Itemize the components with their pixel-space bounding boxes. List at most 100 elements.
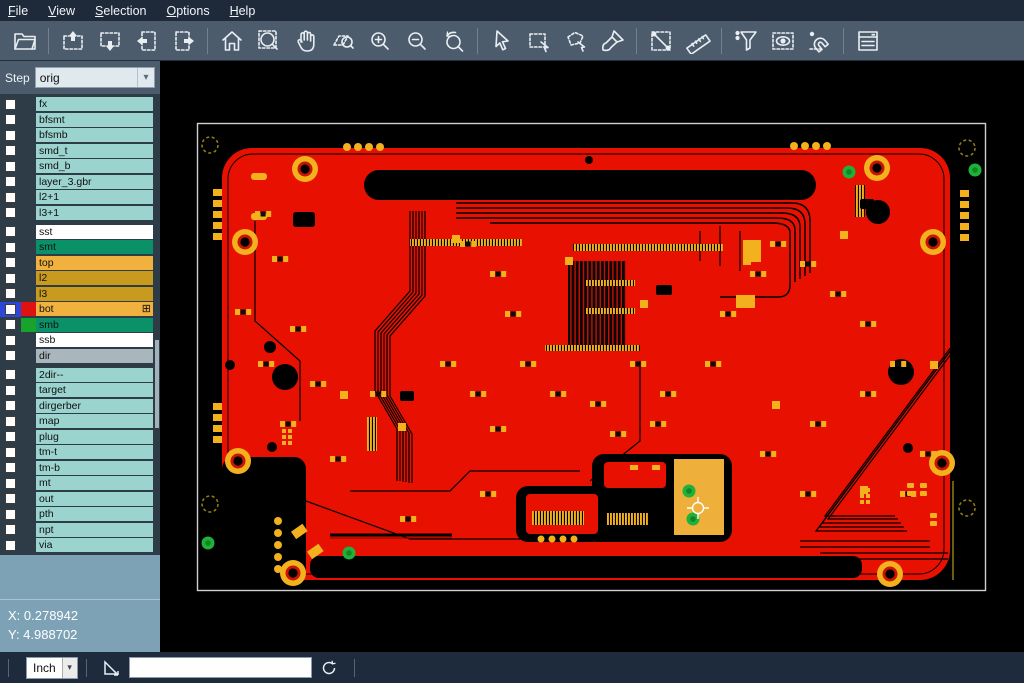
layer-color-swatch[interactable] — [21, 445, 36, 459]
measure-ruler-button[interactable] — [679, 24, 716, 58]
select-polygon-button[interactable] — [557, 24, 594, 58]
layer-row-bot[interactable]: bot⊞ — [0, 302, 160, 316]
layer-row-tm-t[interactable]: tm-t — [0, 445, 160, 459]
layer-color-swatch[interactable] — [21, 507, 36, 521]
layer-visibility-checkbox[interactable] — [0, 538, 21, 553]
layer-color-swatch[interactable] — [21, 399, 36, 413]
zoom-out-button[interactable] — [398, 24, 435, 58]
layer-color-swatch[interactable] — [21, 144, 36, 158]
angle-measure-icon[interactable] — [102, 658, 122, 678]
refresh-icon[interactable] — [319, 658, 339, 678]
zoom-window-button[interactable] — [250, 24, 287, 58]
menu-file[interactable]: File — [8, 4, 28, 18]
zoom-object-button[interactable] — [324, 24, 361, 58]
layer-row-l3-1[interactable]: l3+1 — [0, 206, 160, 220]
layer-color-swatch[interactable] — [21, 368, 36, 382]
layer-visibility-checkbox[interactable] — [0, 174, 21, 189]
open-folder-button[interactable] — [6, 24, 43, 58]
layer-row-bfsmt[interactable]: bfsmt — [0, 113, 160, 127]
command-input[interactable] — [129, 657, 312, 678]
layer-row-dir[interactable]: dir — [0, 349, 160, 363]
layer-row-sst[interactable]: sst — [0, 225, 160, 239]
menu-options[interactable]: Options — [166, 4, 209, 18]
layer-color-swatch[interactable] — [21, 538, 36, 552]
layer-row-2dir-[interactable]: 2dir-- — [0, 368, 160, 382]
layer-row-target[interactable]: target — [0, 383, 160, 397]
highlight-eye-button[interactable] — [764, 24, 801, 58]
layer-visibility-checkbox[interactable] — [0, 255, 21, 270]
layer-color-swatch[interactable] — [21, 240, 36, 254]
layer-visibility-checkbox[interactable] — [0, 348, 21, 363]
unit-select[interactable]: Inch ▾ — [26, 657, 78, 679]
layer-visibility-checkbox[interactable] — [0, 476, 21, 491]
layer-visibility-checkbox[interactable] — [0, 224, 21, 239]
menu-help[interactable]: Help — [230, 4, 256, 18]
layer-visibility-checkbox[interactable] — [0, 491, 21, 506]
layer-color-swatch[interactable] — [21, 523, 36, 537]
layer-visibility-checkbox[interactable] — [0, 522, 21, 537]
layer-visibility-checkbox[interactable] — [0, 128, 21, 143]
layer-visibility-checkbox[interactable] — [0, 414, 21, 429]
zoom-in-button[interactable] — [361, 24, 398, 58]
layer-color-swatch[interactable] — [21, 318, 36, 332]
layer-color-swatch[interactable] — [21, 225, 36, 239]
layer-color-swatch[interactable] — [21, 190, 36, 204]
layer-visibility-checkbox[interactable] — [0, 460, 21, 475]
layer-visibility-checkbox[interactable] — [0, 383, 21, 398]
menu-view[interactable]: View — [48, 4, 75, 18]
layer-row-smt[interactable]: smt — [0, 240, 160, 254]
layer-row-layer-3-gbr[interactable]: layer_3.gbr — [0, 175, 160, 189]
layer-color-swatch[interactable] — [21, 287, 36, 301]
pan-hand-button[interactable] — [287, 24, 324, 58]
layer-row-top[interactable]: top — [0, 256, 160, 270]
layer-row-l3[interactable]: l3 — [0, 287, 160, 301]
menu-selection[interactable]: Selection — [95, 4, 146, 18]
layer-color-swatch[interactable] — [21, 175, 36, 189]
layer-row-plug[interactable]: plug — [0, 430, 160, 444]
layer-visibility-checkbox[interactable] — [0, 143, 21, 158]
layer-visibility-checkbox[interactable] — [0, 159, 21, 174]
move-right-button[interactable] — [165, 24, 202, 58]
filter-button[interactable] — [727, 24, 764, 58]
layer-color-swatch[interactable] — [21, 414, 36, 428]
layer-row-mt[interactable]: mt — [0, 476, 160, 490]
clean-brush-button[interactable] — [594, 24, 631, 58]
layer-color-swatch[interactable] — [21, 430, 36, 444]
layer-visibility-checkbox[interactable] — [0, 190, 21, 205]
layer-color-swatch[interactable] — [21, 206, 36, 220]
layer-color-swatch[interactable] — [21, 476, 36, 490]
layer-color-swatch[interactable] — [21, 271, 36, 285]
layer-color-swatch[interactable] — [21, 461, 36, 475]
layer-color-swatch[interactable] — [21, 492, 36, 506]
layer-row-l2-1[interactable]: l2+1 — [0, 190, 160, 204]
layer-row-map[interactable]: map — [0, 414, 160, 428]
layer-row-smd-b[interactable]: smd_b — [0, 159, 160, 173]
select-cursor-button[interactable] — [483, 24, 520, 58]
layers-panel-button[interactable] — [849, 24, 886, 58]
layer-visibility-checkbox[interactable] — [0, 367, 21, 382]
zoom-previous-button[interactable] — [435, 24, 472, 58]
layer-color-swatch[interactable] — [21, 302, 36, 316]
layer-visibility-checkbox[interactable] — [0, 445, 21, 460]
layer-row-smd-t[interactable]: smd_t — [0, 144, 160, 158]
move-up-button[interactable] — [54, 24, 91, 58]
layer-visibility-checkbox[interactable] — [0, 429, 21, 444]
layer-row-npt[interactable]: npt — [0, 523, 160, 537]
layer-visibility-checkbox[interactable] — [0, 302, 21, 317]
layer-row-dirgerber[interactable]: dirgerber — [0, 399, 160, 413]
layer-color-swatch[interactable] — [21, 97, 36, 111]
measure-distance-button[interactable] — [642, 24, 679, 58]
layer-row-ssb[interactable]: ssb — [0, 333, 160, 347]
layer-visibility-checkbox[interactable] — [0, 333, 21, 348]
select-rect-button[interactable] — [520, 24, 557, 58]
snap-magnet-button[interactable] — [801, 24, 838, 58]
step-select[interactable]: orig ▾ — [35, 67, 155, 88]
layer-visibility-checkbox[interactable] — [0, 205, 21, 220]
layer-row-smb[interactable]: smb — [0, 318, 160, 332]
layer-visibility-checkbox[interactable] — [0, 112, 21, 127]
layer-row-via[interactable]: via — [0, 538, 160, 552]
layer-row-l2[interactable]: l2 — [0, 271, 160, 285]
move-left-button[interactable] — [128, 24, 165, 58]
layer-visibility-checkbox[interactable] — [0, 271, 21, 286]
layer-row-out[interactable]: out — [0, 492, 160, 506]
